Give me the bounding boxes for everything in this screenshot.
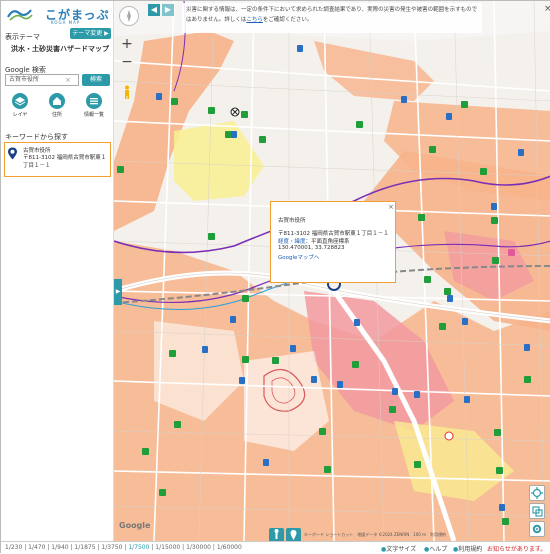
google-maps-link[interactable]: Googleマップへ [278, 253, 319, 261]
address-label: 住所 [51, 112, 62, 118]
scale-selector: 1/230 | 1/470 | 1/940 | 1/1875 | 1/3750 … [5, 544, 242, 551]
settings-button[interactable] [529, 521, 545, 537]
layer-label: レイヤ [12, 112, 28, 118]
home-icon [49, 93, 65, 109]
app-window: こがまっぷ KOGA MAP 表示テーマ テーマ変更 ▶ 洪水・土砂災害ハザード… [0, 0, 550, 554]
result-name: 古賀市役所 [23, 148, 51, 154]
announcement-link[interactable]: お知らせがあります。 [487, 544, 546, 553]
list-icon [86, 93, 102, 109]
font-size-link[interactable]: ●文字サイズ [381, 544, 416, 553]
terms-link[interactable]: ●利用規約 [453, 544, 482, 553]
logo-subtitle: KOGA MAP [51, 20, 81, 25]
layer-tool-button[interactable]: レイヤ [7, 93, 33, 118]
notice-close-icon[interactable]: × [544, 4, 550, 14]
keyword-search-label: キーワードから探す [5, 133, 68, 141]
collapse-sidebar-button[interactable]: ◀ [148, 4, 160, 16]
scale-option-selected[interactable]: 1/7500 [128, 544, 149, 551]
scale-option[interactable]: 1/230 [5, 544, 22, 551]
scale-option[interactable]: 1/30000 [186, 544, 211, 551]
theme-name: 洪水・土砂災害ハザードマップ [11, 45, 109, 53]
scale-option[interactable]: 1/1875 [74, 544, 95, 551]
zoom-out-button[interactable]: − [119, 55, 135, 69]
expand-panel-button[interactable]: ▶ [162, 4, 174, 16]
locate-button[interactable] [529, 485, 545, 501]
zoom-in-button[interactable]: + [119, 37, 135, 51]
disclaimer-notice: 災害に関する情報は、一定の条件下において求められた調査結果であり、実際の災害の発… [182, 3, 482, 33]
map-canvas[interactable]: + − ◀ ▶ ▶ 災害に関する情報は、一定の条件下において求められた調査結果で… [114, 1, 550, 541]
map-attribution: キーボード ショートカット 地図データ ©2024 ZENRIN 100 m 利… [304, 532, 447, 537]
scale-option[interactable]: 1/940 [51, 544, 68, 551]
search-button[interactable]: 検索 [82, 74, 110, 86]
logo-mark-icon [7, 9, 33, 21]
info-list-label: 情報一覧 [83, 112, 104, 118]
info-list-tool-button[interactable]: 情報一覧 [81, 93, 107, 118]
popup-title: 古賀市役所 [278, 218, 306, 224]
pin-tool-button[interactable] [269, 528, 284, 541]
compass-icon[interactable] [119, 6, 139, 26]
terms-label: 利用規約 [458, 546, 483, 553]
scale-option[interactable]: 1/60000 [217, 544, 242, 551]
search-result-item[interactable]: 古賀市役所 〒811-3102 福岡県古賀市駅東１丁目１－１ [4, 142, 111, 177]
help-link[interactable]: ●ヘルプ [424, 544, 447, 553]
popup-address: 〒811-3102 福岡県古賀市駅東１丁目１－１ [278, 231, 389, 237]
scale-option[interactable]: 1/470 [28, 544, 45, 551]
notice-text: 災害に関する情報は、一定の条件下において求められた調査結果であり、実際の災害の発… [186, 7, 478, 23]
pin-icon [274, 529, 279, 539]
sidebar: こがまっぷ KOGA MAP 表示テーマ テーマ変更 ▶ 洪水・土砂災害ハザード… [1, 1, 114, 541]
address-tool-button[interactable]: 住所 [44, 93, 70, 118]
layers-switch-button[interactable] [529, 503, 545, 519]
location-pin-icon [8, 147, 17, 160]
font-size-label: 文字サイズ [386, 546, 417, 553]
layer-icon [12, 93, 28, 109]
marker-tool-button[interactable] [286, 528, 301, 541]
theme-change-button[interactable]: テーマ変更 ▶ [70, 28, 111, 39]
info-popup: × 古賀市役所 〒811-3102 福岡県古賀市駅東１丁目１－１ 経度・緯度：平… [270, 201, 396, 283]
popup-coords: 130.470001, 33.728823 [278, 245, 345, 251]
scale-option[interactable]: 1/15000 [155, 544, 180, 551]
notice-link[interactable]: こちら [246, 17, 263, 23]
map-marker-icon [290, 530, 297, 540]
crosshair-icon [531, 487, 543, 499]
logo[interactable]: こがまっぷ KOGA MAP [5, 5, 110, 25]
gear-icon [532, 524, 542, 534]
copy-icon [532, 506, 543, 517]
google-logo: Google [119, 521, 151, 530]
bottom-bar: 1/230 | 1/470 | 1/940 | 1/1875 | 1/3750 … [1, 541, 550, 554]
clear-search-icon[interactable]: × [65, 74, 71, 86]
side-panel-tab[interactable]: ▶ [114, 279, 122, 305]
scale-option[interactable]: 1/3750 [101, 544, 122, 551]
notice-text-end: をご確認ください。 [262, 17, 313, 23]
popup-close-icon[interactable]: × [388, 203, 394, 211]
theme-label: 表示テーマ [5, 33, 40, 41]
popup-coord-label: 経度・緯度：平面直角座標系 [278, 237, 350, 245]
help-label: ヘルプ [429, 546, 448, 553]
result-address: 〒811-3102 福岡県古賀市駅東１丁目１－１ [23, 155, 107, 169]
pegman-icon[interactable] [123, 85, 131, 99]
